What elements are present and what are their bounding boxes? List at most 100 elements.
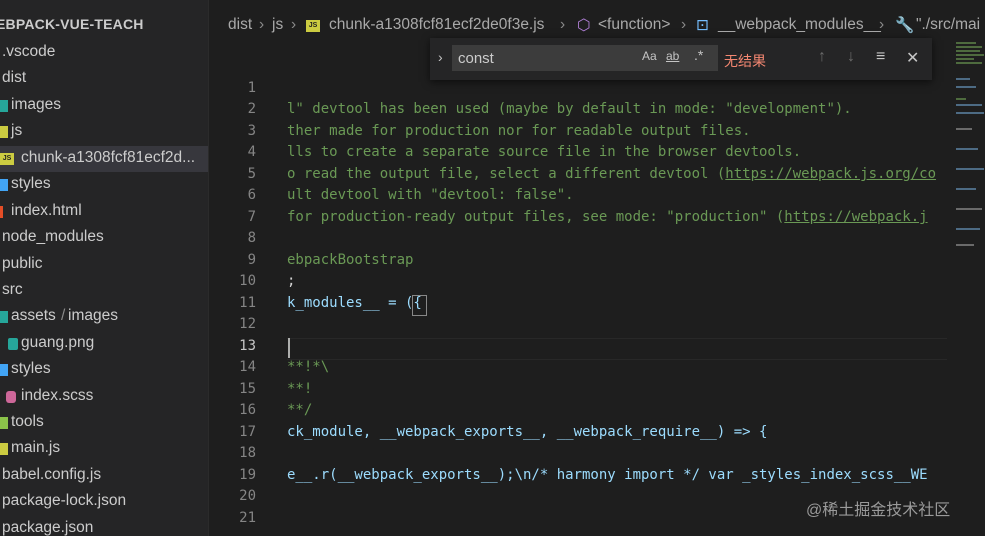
tree-item-styles-src[interactable]: styles	[0, 357, 208, 383]
minimap-line	[956, 42, 976, 44]
tree-item-label: guang.png	[21, 334, 95, 351]
tree-item-label: styles	[11, 175, 51, 192]
breadcrumb-dist[interactable]: dist	[228, 16, 252, 34]
tree-item-label: src	[2, 281, 23, 298]
breadcrumb-src[interactable]: "./src/mai	[916, 16, 980, 34]
line-number: 3	[247, 123, 256, 139]
line-number: 6	[247, 187, 256, 203]
tree-item-package-lock[interactable]: package-lock.json	[0, 489, 208, 515]
tree-item-package-json[interactable]: package.json	[0, 516, 208, 536]
folder-tools-icon	[0, 417, 8, 429]
code-line: **/	[287, 402, 313, 418]
tree-item-label: js	[11, 122, 23, 139]
text-cursor	[288, 338, 290, 358]
tree-item-label: babel.config.js	[2, 466, 102, 483]
scss-file-icon	[6, 391, 16, 403]
tree-item-label: package-lock.json	[2, 492, 127, 509]
path-separator: /	[61, 307, 66, 324]
breadcrumb-modules[interactable]: __webpack_modules__	[718, 16, 881, 34]
match-case-toggle[interactable]: Aa	[642, 49, 657, 63]
find-input[interactable]	[458, 47, 628, 69]
code-comment: o read the output file, select a differe…	[287, 166, 726, 182]
regex-toggle[interactable]: .*	[694, 47, 703, 63]
minimap-line	[956, 148, 978, 150]
watermark: @稀土掘金技术社区	[806, 502, 951, 519]
code-line: **!	[287, 381, 313, 397]
minimap[interactable]	[946, 38, 985, 258]
minimap-line	[956, 78, 970, 80]
minimap-line	[956, 58, 974, 60]
line-number: 19	[239, 467, 256, 483]
line-number: 12	[239, 316, 256, 332]
minimap-line	[956, 188, 976, 190]
minimap-line	[956, 50, 980, 52]
arrow-up-icon[interactable]: ↑	[818, 48, 826, 66]
tree-item-tools[interactable]: tools	[0, 410, 208, 436]
code-link[interactable]: https://webpack.js.org/co	[725, 166, 936, 182]
tree-item-label: chunk-a1308fcf81ecf2d...	[21, 149, 196, 166]
tree-item-label: index.html	[11, 202, 82, 219]
find-result-status: 无结果	[724, 53, 766, 69]
tree-item-label: dist	[2, 69, 27, 86]
minimap-line	[956, 168, 984, 170]
find-in-selection-icon[interactable]: ≡	[876, 48, 885, 66]
find-input-box: Aa ab .*	[452, 45, 718, 71]
image-file-icon	[8, 338, 18, 350]
line-number: 4	[247, 144, 256, 160]
tree-item-images[interactable]: images	[0, 93, 208, 119]
breadcrumb-file[interactable]: chunk-a1308fcf81ecf2de0f3e.js	[329, 16, 544, 34]
tree-item-src[interactable]: src	[0, 278, 208, 304]
tree-item-index-html[interactable]: index.html	[0, 199, 208, 225]
whole-word-toggle[interactable]: ab	[666, 49, 679, 63]
code-link[interactable]: https://webpack.j	[784, 209, 927, 225]
arrow-down-icon[interactable]: ↓	[847, 48, 855, 66]
tree-item-label: images	[11, 96, 61, 113]
tree-item-js[interactable]: js	[0, 119, 208, 145]
variable-icon: ⊡	[696, 17, 709, 34]
line-number: 21	[239, 510, 256, 526]
line-number-current: 13	[239, 338, 256, 354]
chevron-right-icon: ›	[560, 16, 566, 33]
tree-item-styles[interactable]: styles	[0, 172, 208, 198]
breadcrumb-js[interactable]: js	[272, 16, 283, 34]
wrench-icon: 🔧	[895, 17, 915, 34]
tree-item-guang-png[interactable]: guang.png	[0, 331, 208, 357]
js-file-icon: JS	[0, 153, 14, 165]
minimap-line	[956, 54, 984, 56]
code-line: ck_module, __webpack_exports__, __webpac…	[287, 424, 768, 440]
code-line: e__.r(__webpack_exports__);\n/* harmony …	[287, 467, 928, 483]
line-number: 17	[239, 424, 256, 440]
tree-item-dist[interactable]: dist	[0, 66, 208, 92]
close-icon[interactable]: ✕	[906, 48, 919, 68]
code-line: o read the output file, select a differe…	[287, 166, 936, 182]
folder-js-icon	[0, 126, 8, 138]
breadcrumb-function[interactable]: <function>	[598, 16, 670, 34]
tree-item-babel-config[interactable]: babel.config.js	[0, 463, 208, 489]
js-file-icon: JS	[306, 20, 320, 32]
tree-item-vscode[interactable]: .vscode	[0, 40, 208, 66]
code-line: k_modules__ = ({	[287, 295, 422, 311]
folder-images-icon	[0, 100, 8, 112]
chevron-right-icon: ›	[291, 16, 297, 33]
toggle-replace-chevron-icon[interactable]: ›	[438, 49, 443, 65]
tree-item-label: styles	[11, 360, 51, 377]
line-number: 14	[239, 359, 256, 375]
tree-item-main-js[interactable]: main.js	[0, 436, 208, 462]
tree-item-index-scss[interactable]: index.scss	[0, 384, 208, 410]
code-editor[interactable]: dist › js › JS chunk-a1308fcf81ecf2de0f3…	[209, 0, 985, 536]
current-line-highlight	[287, 338, 947, 360]
minimap-line	[956, 208, 982, 210]
tree-item-label: package.json	[2, 519, 94, 536]
tree-item-node-modules[interactable]: node_modules	[0, 225, 208, 251]
line-number: 16	[239, 402, 256, 418]
line-number: 20	[239, 488, 256, 504]
tree-item-chunk-file[interactable]: JS chunk-a1308fcf81ecf2d...	[0, 146, 208, 172]
minimap-line	[956, 98, 966, 100]
tree-item-label-images: images	[68, 307, 118, 324]
js-file-icon	[0, 443, 8, 455]
code-line: ther made for production nor for readabl…	[287, 123, 751, 139]
tree-item-public[interactable]: public	[0, 252, 208, 278]
minimap-line	[956, 244, 974, 246]
tree-item-assets-images[interactable]: assets / images	[0, 304, 208, 330]
code-line: l" devtool has been used (maybe by defau…	[287, 101, 852, 117]
